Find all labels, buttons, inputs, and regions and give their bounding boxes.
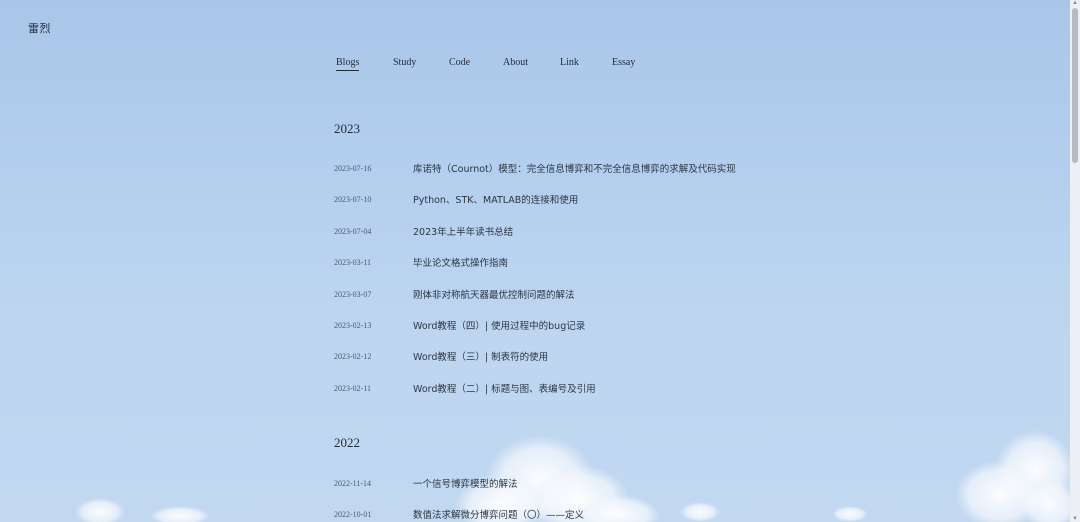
post-row[interactable]: 2022-11-14 一个信号博弈模型的解法 <box>334 476 518 491</box>
post-title-link[interactable]: Word教程（四）| 使用过程中的bug记录 <box>413 318 585 332</box>
post-date: 2022-10-01 <box>334 509 372 519</box>
scrollbar-thumb[interactable] <box>1072 8 1078 163</box>
nav-item-link[interactable]: Link <box>560 57 579 70</box>
nav-item-code[interactable]: Code <box>449 57 470 70</box>
post-date: 2022-11-14 <box>334 478 372 488</box>
post-row[interactable]: 2023-02-12 Word教程（三）| 制表符的使用 <box>334 349 548 364</box>
post-title-link[interactable]: Word教程（二）| 标题与图、表编号及引用 <box>413 381 596 395</box>
post-title-link[interactable]: 刚体非对称航天器最优控制问题的解法 <box>413 287 575 301</box>
post-row[interactable]: 2023-07-10 Python、STK、MATLAB的连接和使用 <box>334 192 578 207</box>
post-title-link[interactable]: Word教程（三）| 制表符的使用 <box>413 349 548 363</box>
post-date: 2023-07-16 <box>334 163 372 173</box>
site-title[interactable]: 雷烈 <box>28 20 51 36</box>
nav-item-study[interactable]: Study <box>393 57 416 70</box>
post-row[interactable]: 2022-10-01 数值法求解微分博弈问题（〇）——定义 <box>334 507 584 522</box>
scroll-down-arrow-icon[interactable]: ▼ <box>1072 516 1078 522</box>
post-date: 2023-03-11 <box>334 257 372 267</box>
post-title-link[interactable]: 一个信号博弈模型的解法 <box>413 476 518 490</box>
post-date: 2023-02-11 <box>334 383 372 393</box>
post-date: 2023-02-12 <box>334 351 372 361</box>
post-title-link[interactable]: 数值法求解微分博弈问题（〇）——定义 <box>413 507 584 521</box>
nav-item-about[interactable]: About <box>503 57 528 70</box>
nav-item-blogs[interactable]: Blogs <box>336 57 360 71</box>
post-date: 2023-03-07 <box>334 289 372 299</box>
post-date: 2023-07-04 <box>334 226 372 236</box>
post-title-link[interactable]: 2023年上半年读书总结 <box>413 224 513 238</box>
post-row[interactable]: 2023-03-07 刚体非对称航天器最优控制问题的解法 <box>334 287 575 302</box>
post-row[interactable]: 2023-02-11 Word教程（二）| 标题与图、表编号及引用 <box>334 381 596 396</box>
post-title-link[interactable]: 库诺特（Cournot）模型：完全信息博弈和不完全信息博弈的求解及代码实现 <box>413 161 736 175</box>
sky-clouds-background <box>75 430 1080 522</box>
year-heading-2023: 2023 <box>334 121 360 136</box>
post-row[interactable]: 2023-03-11 毕业论文格式操作指南 <box>334 255 508 270</box>
post-row[interactable]: 2023-07-16 库诺特（Cournot）模型：完全信息博弈和不完全信息博弈… <box>334 161 736 176</box>
post-date: 2023-02-13 <box>334 320 372 330</box>
post-title-link[interactable]: 毕业论文格式操作指南 <box>413 255 508 269</box>
post-row[interactable]: 2023-07-04 2023年上半年读书总结 <box>334 224 513 239</box>
post-date: 2023-07-10 <box>334 194 372 204</box>
post-row[interactable]: 2023-02-13 Word教程（四）| 使用过程中的bug记录 <box>334 318 585 333</box>
nav-item-essay[interactable]: Essay <box>612 57 635 70</box>
vertical-scrollbar[interactable]: ▲ ▼ <box>1070 0 1080 522</box>
post-title-link[interactable]: Python、STK、MATLAB的连接和使用 <box>413 192 578 206</box>
year-heading-2022: 2022 <box>334 435 360 450</box>
scroll-up-arrow-icon[interactable]: ▲ <box>1072 0 1078 6</box>
